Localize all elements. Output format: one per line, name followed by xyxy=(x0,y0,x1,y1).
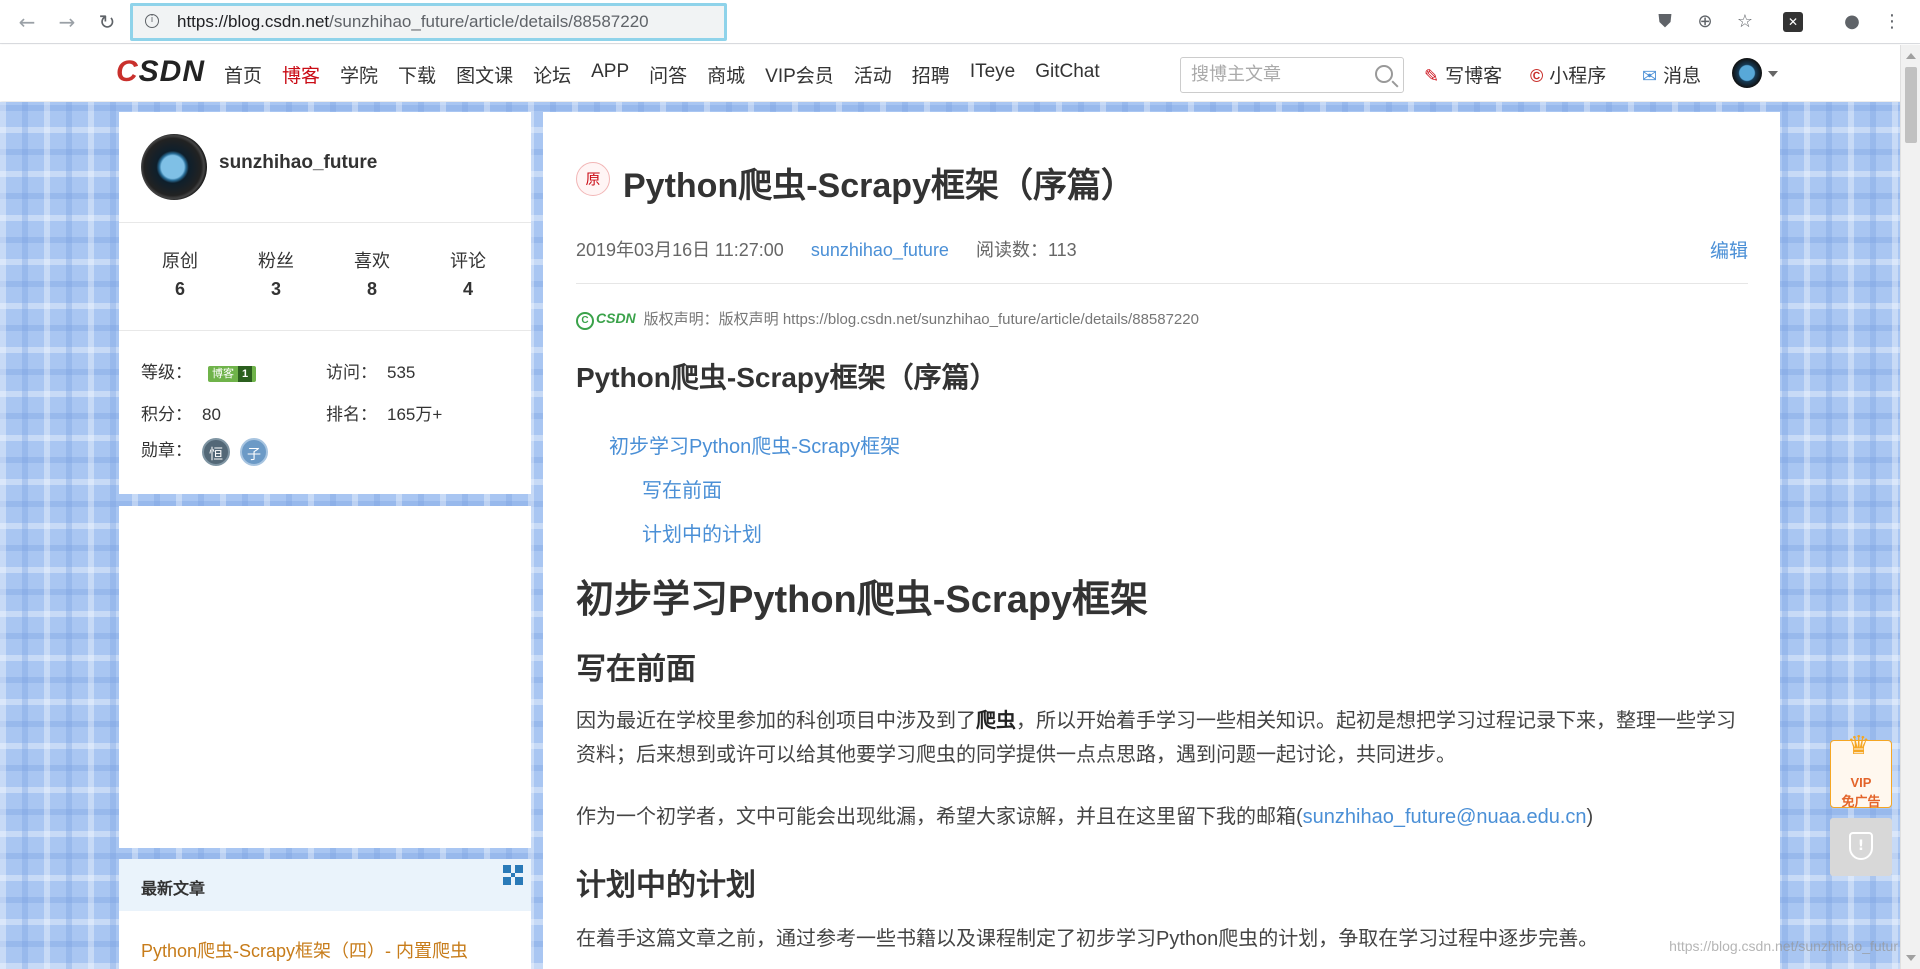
pen-icon: ✎ xyxy=(1424,66,1440,86)
scroll-up-icon[interactable] xyxy=(1906,53,1916,59)
article-read-count: 阅读数：113 xyxy=(975,240,1077,260)
paragraph-foreword: 因为最近在学校里参加的科创项目中涉及到了爬虫，所以开始着手学习一些相关知识。起初… xyxy=(576,710,1736,766)
stat-fans[interactable]: 粉丝 3 xyxy=(228,247,324,300)
stat-original[interactable]: 原创 6 xyxy=(132,247,228,300)
nav-jobs[interactable]: 招聘 xyxy=(912,61,950,88)
nav-download[interactable]: 下载 xyxy=(398,61,436,88)
toc-item-plan[interactable]: 计划中的计划 xyxy=(642,518,762,547)
nav-gitchat[interactable]: GitChat xyxy=(1035,61,1099,88)
crown-icon: ♛ xyxy=(1847,731,1871,761)
nav-image-course[interactable]: 图文课 xyxy=(456,61,513,88)
back-icon[interactable]: ← xyxy=(14,9,40,35)
profile-avatar[interactable] xyxy=(141,134,207,200)
csdn-logo[interactable]: CSDN xyxy=(116,55,205,89)
scroll-thumb[interactable] xyxy=(1905,67,1917,143)
zoom-icon[interactable]: ⊕ xyxy=(1693,10,1717,34)
vip-no-ads-button[interactable]: ♛ VIP 免广告 xyxy=(1830,733,1892,809)
section-heading-plan: 计划中的计划 xyxy=(576,869,756,902)
ad-slot xyxy=(119,506,531,848)
stat-comments[interactable]: 评论 4 xyxy=(420,247,516,300)
reload-icon[interactable]: ↻ xyxy=(94,9,120,35)
rank-row: 排名： 165万+ xyxy=(326,405,443,424)
divider xyxy=(119,330,531,331)
recent-articles-card: 最新文章 Python爬虫-Scrapy框架（四）- 内置爬虫 xyxy=(119,859,531,969)
divider xyxy=(119,222,531,223)
nav-qa[interactable]: 问答 xyxy=(649,61,687,88)
shield-icon: ! xyxy=(1849,832,1873,860)
level-badge[interactable]: 博客 1 xyxy=(208,365,257,382)
profile-name[interactable]: sunzhihao_future xyxy=(219,152,377,174)
page-scrollbar[interactable] xyxy=(1900,45,1920,969)
original-badge: 原 xyxy=(576,162,610,196)
mini-program-button[interactable]: © 小程序 xyxy=(1530,61,1606,88)
menu-icon[interactable]: ⋮ xyxy=(1880,10,1904,34)
extension-icon[interactable]: ✕ xyxy=(1783,12,1803,32)
nav-forum[interactable]: 论坛 xyxy=(533,61,571,88)
search-input[interactable] xyxy=(1191,64,1361,85)
edit-link[interactable]: 编辑 xyxy=(1710,236,1748,263)
report-button[interactable]: ! xyxy=(1830,818,1892,876)
nav-vip[interactable]: VIP会员 xyxy=(765,61,834,88)
section-heading-main: 初步学习Python爬虫-Scrapy框架 xyxy=(576,579,1149,621)
section-heading-foreword: 写在前面 xyxy=(576,653,696,686)
forward-icon[interactable]: → xyxy=(54,9,80,35)
qr-code-icon[interactable] xyxy=(503,865,523,885)
account-icon[interactable]: ● xyxy=(1840,10,1864,34)
article-author-link[interactable]: sunzhihao_future xyxy=(811,240,949,260)
medal-newbie-icon[interactable]: 子 xyxy=(240,437,268,466)
visits-row: 访问： 535 xyxy=(326,363,416,382)
article-container: 原 Python爬虫-Scrapy框架（序篇） 2019年03月16日 11:2… xyxy=(543,112,1780,969)
recent-articles-header: 最新文章 xyxy=(119,859,531,911)
article-meta: 2019年03月16日 11:27:00 sunzhihao_future 阅读… xyxy=(576,236,1077,262)
user-avatar[interactable] xyxy=(1732,58,1762,88)
medals-row: 勋章：恒子 xyxy=(141,436,268,466)
toc-item-foreword[interactable]: 写在前面 xyxy=(642,474,722,503)
csdn-certification-icon: C CSDN xyxy=(576,310,636,331)
toc-item-intro[interactable]: 初步学习Python爬虫-Scrapy框架 xyxy=(609,430,900,459)
mail-icon: ✉ xyxy=(1642,66,1658,86)
messages-button[interactable]: ✉ 消息 xyxy=(1642,61,1701,88)
nav-blog[interactable]: 博客 xyxy=(282,61,320,88)
watermark: https://blog.csdn.net/sunzhihao_futur xyxy=(1669,938,1898,954)
article-title: Python爬虫-Scrapy框架（序篇） xyxy=(623,167,1135,205)
email-link[interactable]: sunzhihao_future@nuaa.edu.cn xyxy=(1303,806,1587,828)
chevron-down-icon[interactable] xyxy=(1768,71,1778,77)
nav-iteye[interactable]: ITeye xyxy=(970,61,1015,88)
divider xyxy=(576,283,1748,284)
search-icon[interactable] xyxy=(1375,65,1393,83)
recent-article-link[interactable]: Python爬虫-Scrapy框架（四）- 内置爬虫 xyxy=(141,937,468,963)
nav-academy[interactable]: 学院 xyxy=(340,61,378,88)
recent-articles-title: 最新文章 xyxy=(141,881,206,898)
site-header: CSDN 首页 博客 学院 下载 图文课 论坛 APP 问答 商城 VIP会员 … xyxy=(0,45,1920,101)
paragraph-plan: 在着手这篇文章之前，通过参考一些书籍以及课程制定了初步学习Python爬虫的计划… xyxy=(576,928,1599,950)
stat-likes[interactable]: 喜欢 8 xyxy=(324,247,420,300)
main-nav: 首页 博客 学院 下载 图文课 论坛 APP 问答 商城 VIP会员 活动 招聘… xyxy=(224,61,1120,88)
mini-program-icon: © xyxy=(1530,66,1544,86)
points-row: 积分： 80 xyxy=(141,405,221,424)
toc-heading: Python爬虫-Scrapy框架（序篇） xyxy=(576,362,998,393)
copyright-notice: C CSDN 版权声明：版权声明 https://blog.csdn.net/sun… xyxy=(576,308,1199,331)
blog-search xyxy=(1180,57,1404,93)
shield-blocked-icon[interactable]: ⛊ xyxy=(1653,10,1677,34)
browser-toolbar: ← → ↻ i https://blog.csdn.net/sunzhihao_… xyxy=(0,0,1920,44)
profile-card: sunzhihao_future 原创 6 粉丝 3 喜欢 8 评论 4 等级： 博客 1 … xyxy=(119,112,531,494)
write-blog-button[interactable]: ✎ 写博客 xyxy=(1424,61,1502,88)
address-bar[interactable]: i https://blog.csdn.net/sunzhihao_future… xyxy=(130,3,727,41)
article-date: 2019年03月16日 11:27:00 xyxy=(576,240,784,260)
profile-stats: 原创 6 粉丝 3 喜欢 8 评论 4 xyxy=(119,247,531,300)
bookmark-star-icon[interactable]: ☆ xyxy=(1733,10,1757,34)
info-icon[interactable]: i xyxy=(145,14,159,28)
nav-home[interactable]: 首页 xyxy=(224,61,262,88)
nav-app[interactable]: APP xyxy=(591,61,629,88)
nav-events[interactable]: 活动 xyxy=(854,61,892,88)
nav-mall[interactable]: 商城 xyxy=(707,61,745,88)
level-row: 等级： 博客 1 xyxy=(141,358,257,383)
address-url[interactable]: https://blog.csdn.net/sunzhihao_future/a… xyxy=(177,12,649,32)
scroll-down-icon[interactable] xyxy=(1906,955,1916,961)
paragraph-contact: 作为一个初学者，文中可能会出现纰漏，希望大家谅解，并且在这里留下我的邮箱(sun… xyxy=(576,806,1594,828)
medal-persistence-icon[interactable]: 恒 xyxy=(202,437,230,466)
